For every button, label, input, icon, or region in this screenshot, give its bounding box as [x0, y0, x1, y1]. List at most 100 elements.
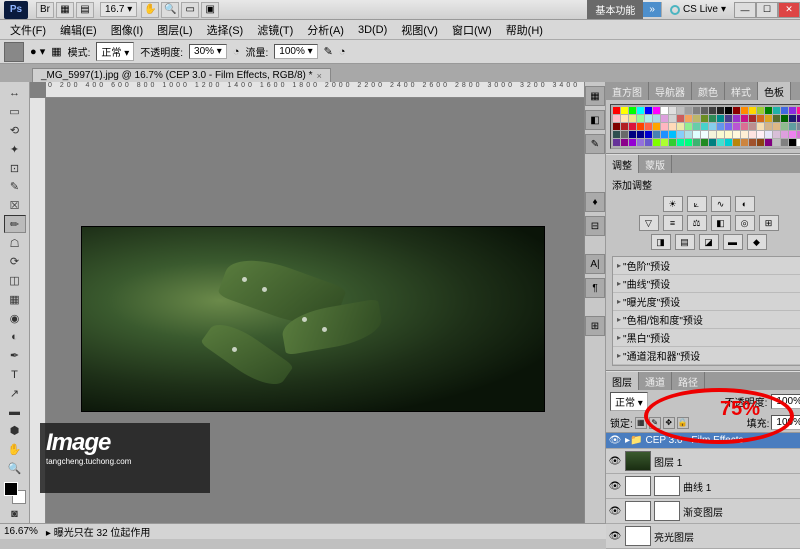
- swatch[interactable]: [629, 123, 636, 130]
- swatch[interactable]: [733, 131, 740, 138]
- swatch[interactable]: [717, 131, 724, 138]
- swatch[interactable]: [717, 107, 724, 114]
- adj-balance-icon[interactable]: ⚖: [687, 215, 707, 231]
- swatch[interactable]: [653, 123, 660, 130]
- strip-char-icon[interactable]: A|: [585, 254, 605, 274]
- layer-opacity-field[interactable]: 100%: [771, 394, 800, 409]
- swatch[interactable]: [709, 115, 716, 122]
- swatch[interactable]: [789, 131, 796, 138]
- panel-tab-histogram[interactable]: 直方图: [606, 82, 649, 100]
- swatch[interactable]: [701, 123, 708, 130]
- swatch[interactable]: [741, 107, 748, 114]
- swatch[interactable]: [733, 123, 740, 130]
- swatch[interactable]: [741, 115, 748, 122]
- swatch[interactable]: [733, 107, 740, 114]
- swatch[interactable]: [757, 139, 764, 146]
- hand-tool[interactable]: ✋: [4, 441, 26, 459]
- fill-field[interactable]: 100%: [771, 415, 800, 430]
- swatch[interactable]: [773, 131, 780, 138]
- swatch[interactable]: [701, 115, 708, 122]
- workspace-switcher[interactable]: 基本功能: [587, 0, 643, 19]
- strip-hist-icon[interactable]: ⊞: [585, 316, 605, 336]
- shape-tool[interactable]: ▬: [4, 403, 26, 421]
- history-brush-tool[interactable]: ⟳: [4, 253, 26, 271]
- menu-select[interactable]: 选择(S): [201, 20, 250, 40]
- swatch[interactable]: [645, 131, 652, 138]
- title-icon-hand[interactable]: ✋: [141, 2, 159, 18]
- title-icon-bridge[interactable]: Br: [36, 2, 54, 18]
- swatch[interactable]: [765, 107, 772, 114]
- swatch[interactable]: [781, 115, 788, 122]
- swatch[interactable]: [629, 131, 636, 138]
- preset-item[interactable]: "可选颜色"预设: [613, 365, 800, 366]
- swatch[interactable]: [757, 115, 764, 122]
- stamp-tool[interactable]: ☖: [4, 234, 26, 252]
- panel-tab-layers[interactable]: 图层: [606, 372, 639, 390]
- close-button[interactable]: ✕: [778, 2, 800, 18]
- opacity-field[interactable]: 30% ▾: [189, 44, 227, 59]
- eraser-tool[interactable]: ◫: [4, 272, 26, 290]
- preset-item[interactable]: "曲线"预设: [613, 275, 800, 293]
- adj-selcolor-icon[interactable]: ◆: [747, 234, 767, 250]
- swatch[interactable]: [653, 107, 660, 114]
- swatch[interactable]: [741, 123, 748, 130]
- visibility-icon[interactable]: 👁: [608, 531, 622, 542]
- swatch[interactable]: [765, 115, 772, 122]
- swatch[interactable]: [621, 123, 628, 130]
- swatch[interactable]: [613, 139, 620, 146]
- swatch[interactable]: [661, 107, 668, 114]
- swatch[interactable]: [613, 115, 620, 122]
- swatch[interactable]: [725, 107, 732, 114]
- swatch[interactable]: [709, 131, 716, 138]
- adj-brightness-icon[interactable]: ☀: [663, 196, 683, 212]
- zoom-tool[interactable]: 🔍: [4, 460, 26, 478]
- strip-layers-icon[interactable]: ♦: [585, 192, 605, 212]
- swatch[interactable]: [629, 115, 636, 122]
- swatch[interactable]: [685, 131, 692, 138]
- menu-layer[interactable]: 图层(L): [151, 20, 198, 40]
- lock-pos-icon[interactable]: ✥: [663, 417, 675, 429]
- path-tool[interactable]: ↗: [4, 385, 26, 403]
- swatch[interactable]: [693, 131, 700, 138]
- swatch[interactable]: [749, 107, 756, 114]
- swatch[interactable]: [757, 131, 764, 138]
- swatch[interactable]: [781, 131, 788, 138]
- pen-tool[interactable]: ✒: [4, 347, 26, 365]
- brush-preview-icon[interactable]: ● ▾: [30, 45, 45, 58]
- adj-exposure-icon[interactable]: ◐: [735, 196, 755, 212]
- swatch[interactable]: [773, 115, 780, 122]
- panel-tab-styles[interactable]: 样式: [725, 82, 758, 100]
- adj-poster-icon[interactable]: ▤: [675, 234, 695, 250]
- swatch[interactable]: [685, 115, 692, 122]
- tab-close-icon[interactable]: ×: [317, 71, 322, 81]
- adj-vibrance-icon[interactable]: ▽: [639, 215, 659, 231]
- swatch[interactable]: [685, 107, 692, 114]
- layer-row[interactable]: 👁▸📁CEP 3.0 - Film Effects: [606, 433, 800, 449]
- swatch[interactable]: [693, 123, 700, 130]
- canvas-area[interactable]: 0 200 400 600 800 1000 1200 1400 1600 18…: [30, 82, 584, 523]
- crop-tool[interactable]: ⊡: [4, 159, 26, 177]
- 3d-tool[interactable]: ⬢: [4, 422, 26, 440]
- swatch[interactable]: [637, 115, 644, 122]
- adj-bw-icon[interactable]: ◧: [711, 215, 731, 231]
- swatch[interactable]: [717, 123, 724, 130]
- move-tool[interactable]: ↔: [4, 84, 26, 102]
- lock-all-icon[interactable]: 🔒: [677, 417, 689, 429]
- swatch[interactable]: [725, 115, 732, 122]
- swatch[interactable]: [749, 139, 756, 146]
- swatch[interactable]: [621, 139, 628, 146]
- strip-color-icon[interactable]: ◧: [585, 110, 605, 130]
- swatch[interactable]: [741, 139, 748, 146]
- menu-image[interactable]: 图像(I): [105, 20, 149, 40]
- swatch[interactable]: [669, 131, 676, 138]
- adj-invert-icon[interactable]: ◨: [651, 234, 671, 250]
- type-tool[interactable]: T: [4, 366, 26, 384]
- swatch[interactable]: [613, 107, 620, 114]
- strip-adjust-icon[interactable]: ⊟: [585, 216, 605, 236]
- swatch[interactable]: [661, 131, 668, 138]
- title-icon-mb[interactable]: ▦: [56, 2, 74, 18]
- title-icon-grid[interactable]: ▤: [76, 2, 94, 18]
- swatch[interactable]: [725, 131, 732, 138]
- brush-tool[interactable]: ✏: [4, 215, 26, 233]
- swatch[interactable]: [789, 139, 796, 146]
